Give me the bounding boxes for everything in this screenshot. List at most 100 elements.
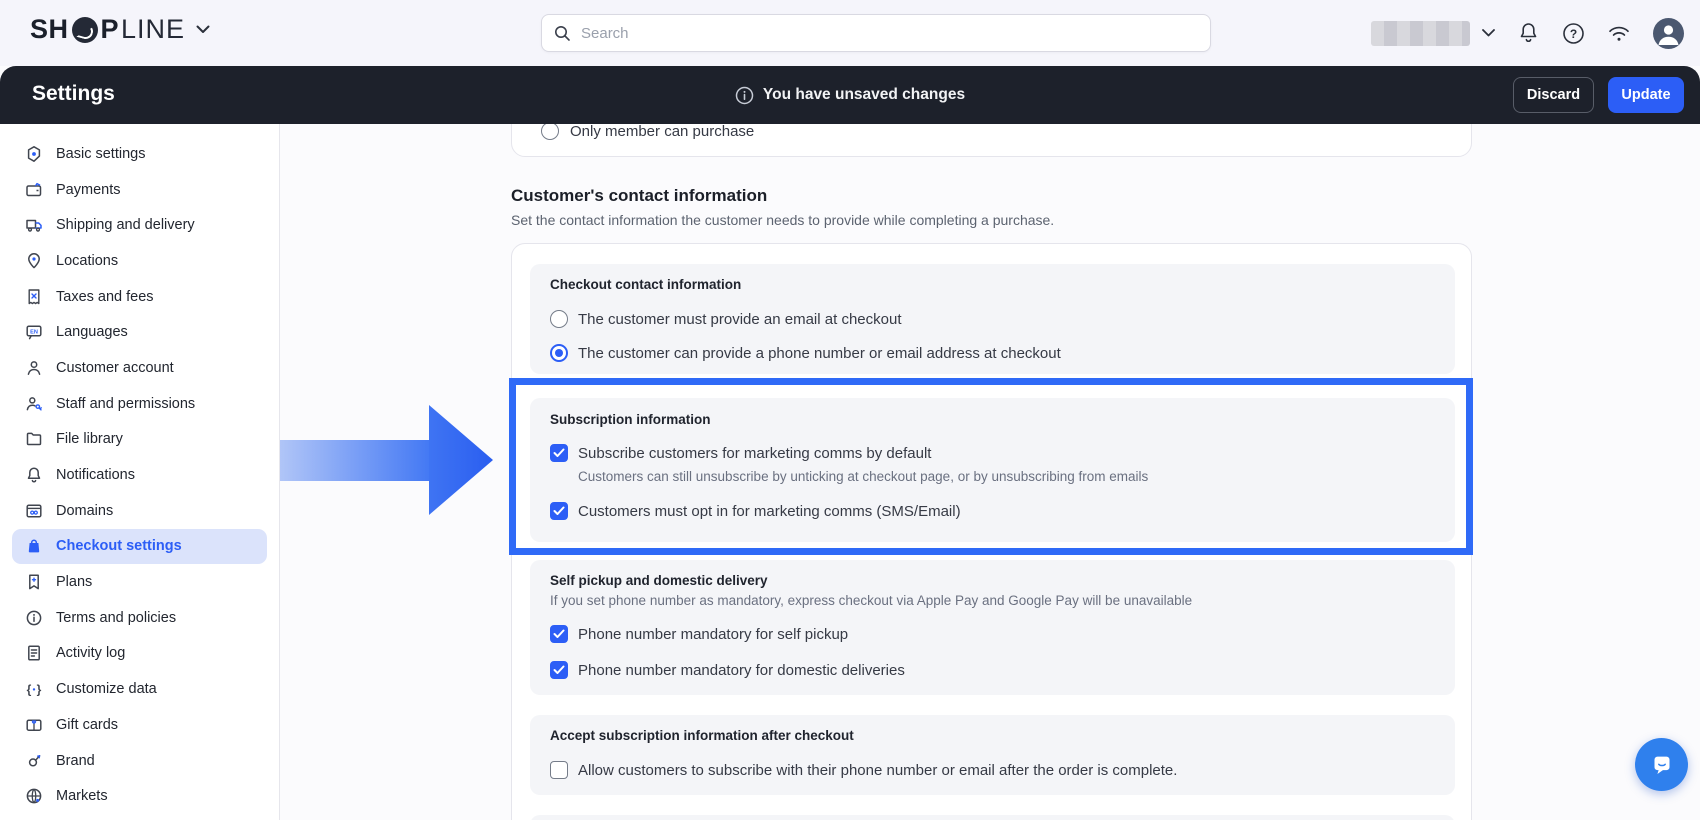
gift-card-icon bbox=[25, 716, 43, 734]
sidebar-item-notifications[interactable]: Notifications bbox=[0, 457, 279, 493]
chat-widget-button[interactable] bbox=[1635, 738, 1688, 791]
checkbox-label: Allow customers to subscribe with their … bbox=[578, 762, 1177, 779]
sidebar-item-label: Markets bbox=[56, 788, 108, 804]
person-key-icon bbox=[25, 395, 43, 413]
accept-subscription-section: Accept subscription information after ch… bbox=[530, 715, 1455, 795]
sidebar-item-label: Gift cards bbox=[56, 717, 118, 733]
radio-option-row[interactable]: The customer must provide an email at ch… bbox=[550, 309, 901, 329]
sidebar-item-shipping[interactable]: Shipping and delivery bbox=[0, 207, 279, 243]
checkbox-unchecked[interactable] bbox=[550, 761, 568, 779]
receipt-icon bbox=[25, 288, 43, 306]
sidebar-item-locations[interactable]: Locations bbox=[0, 243, 279, 279]
sidebar-item-gift-cards[interactable]: Gift cards bbox=[0, 707, 279, 743]
sidebar-item-domains[interactable]: Domains bbox=[0, 493, 279, 529]
radio-label: The customer must provide an email at ch… bbox=[578, 311, 901, 328]
radio-label: Only member can purchase bbox=[570, 123, 754, 140]
help-icon[interactable]: ? bbox=[1562, 22, 1585, 45]
logo-text: LINE bbox=[121, 14, 185, 45]
checkbox-checked[interactable] bbox=[550, 444, 568, 462]
sidebar-item-customize-data[interactable]: {} Customize data bbox=[0, 671, 279, 707]
subsection-title: Accept subscription information after ch… bbox=[550, 728, 854, 743]
sidebar-item-label: Plans bbox=[56, 574, 92, 590]
topbar-right-controls: ? bbox=[1371, 0, 1684, 66]
logo-o-mark: O bbox=[72, 17, 98, 43]
sidebar-item-basic-settings[interactable]: Basic settings bbox=[0, 136, 279, 172]
checkbox-label: Subscribe customers for marketing comms … bbox=[578, 445, 931, 462]
arrow-head bbox=[429, 405, 493, 515]
sidebar-item-label: Locations bbox=[56, 253, 118, 269]
sidebar-item-taxes[interactable]: Taxes and fees bbox=[0, 279, 279, 315]
sidebar-item-customer-account[interactable]: Customer account bbox=[0, 350, 279, 386]
checkbox-checked[interactable] bbox=[550, 661, 568, 679]
info-circle-icon bbox=[25, 609, 43, 627]
language-bubble-icon: EN bbox=[25, 323, 43, 341]
account-name-blurred bbox=[1371, 21, 1470, 46]
sidebar-item-label: Basic settings bbox=[56, 146, 145, 162]
sidebar-item-payments[interactable]: Payments bbox=[0, 172, 279, 208]
subsection-title: Self pickup and domestic delivery bbox=[550, 573, 768, 588]
sidebar-item-label: Terms and policies bbox=[56, 610, 176, 626]
radio-checked[interactable] bbox=[550, 344, 568, 362]
subscription-information-section: Subscription information Subscribe custo… bbox=[530, 398, 1455, 542]
checkbox-row[interactable]: Subscribe customers for marketing comms … bbox=[550, 443, 931, 463]
sidebar-item-label: File library bbox=[56, 431, 123, 447]
checkbox-row[interactable]: Phone number mandatory for domestic deli… bbox=[550, 660, 905, 680]
sidebar-item-label: Checkout settings bbox=[56, 538, 182, 554]
bell-icon bbox=[25, 466, 43, 484]
shopline-admin-window: SHOPLINE ? bbox=[0, 0, 1700, 820]
sidebar-item-label: Brand bbox=[56, 753, 95, 769]
sidebar-item-label: Languages bbox=[56, 324, 128, 340]
sidebar-item-languages[interactable]: EN Languages bbox=[0, 314, 279, 350]
checkbox-checked[interactable] bbox=[550, 502, 568, 520]
radio-unchecked[interactable] bbox=[550, 310, 568, 328]
sidebar-item-label: Domains bbox=[56, 503, 113, 519]
sidebar-item-checkout-settings[interactable]: Checkout settings bbox=[12, 529, 267, 565]
sidebar-item-file-library[interactable]: File library bbox=[0, 422, 279, 458]
sidebar-item-brand[interactable]: Brand bbox=[0, 743, 279, 779]
shopline-logo[interactable]: SHOPLINE bbox=[30, 14, 210, 45]
radio-option-row[interactable]: Only member can purchase bbox=[541, 122, 754, 140]
notifications-bell-icon[interactable] bbox=[1517, 21, 1540, 45]
radio-option-row[interactable]: The customer can provide a phone number … bbox=[550, 343, 1061, 363]
checkbox-label: Phone number mandatory for self pickup bbox=[578, 626, 848, 643]
svg-text:?: ? bbox=[1570, 27, 1577, 41]
avatar[interactable] bbox=[1653, 18, 1684, 49]
checkbox-row[interactable]: Allow customers to subscribe with their … bbox=[550, 760, 1177, 780]
settings-header-bar: Settings You have unsaved changes Discar… bbox=[0, 66, 1700, 124]
logo-text: SH bbox=[30, 14, 69, 45]
section-description: Set the contact information the customer… bbox=[511, 212, 1054, 228]
checkbox-row[interactable]: Phone number mandatory for self pickup bbox=[550, 624, 848, 644]
top-bar: SHOPLINE ? bbox=[0, 0, 1700, 66]
discard-button[interactable]: Discard bbox=[1513, 77, 1594, 113]
sidebar-item-activity-log[interactable]: Activity log bbox=[0, 636, 279, 672]
radio-unchecked[interactable] bbox=[541, 122, 559, 140]
unsaved-changes-banner: You have unsaved changes bbox=[0, 66, 1700, 124]
subsection-description: If you set phone number as mandatory, ex… bbox=[550, 593, 1192, 608]
sidebar-item-label: Staff and permissions bbox=[56, 396, 195, 412]
info-icon bbox=[735, 86, 754, 105]
checkout-contact-section: Checkout contact information The custome… bbox=[530, 264, 1455, 374]
self-pickup-section: Self pickup and domestic delivery If you… bbox=[530, 560, 1455, 695]
sidebar-item-markets[interactable]: Markets bbox=[0, 778, 279, 814]
sidebar-item-label: Customer account bbox=[56, 360, 174, 376]
sidebar-item-label: Shipping and delivery bbox=[56, 217, 195, 233]
chevron-down-icon[interactable] bbox=[1482, 29, 1495, 37]
wifi-icon[interactable] bbox=[1607, 24, 1631, 43]
svg-text:EN: EN bbox=[30, 330, 38, 336]
sidebar-item-label: Payments bbox=[56, 182, 120, 198]
update-button[interactable]: Update bbox=[1608, 77, 1684, 113]
contact-information-card: Checkout contact information The custome… bbox=[511, 243, 1472, 820]
checkbox-label: Phone number mandatory for domestic deli… bbox=[578, 662, 905, 679]
sidebar-item-staff[interactable]: Staff and permissions bbox=[0, 386, 279, 422]
sidebar-item-terms[interactable]: Terms and policies bbox=[0, 600, 279, 636]
checkbox-row[interactable]: Customers must opt in for marketing comm… bbox=[550, 501, 961, 521]
bag-icon bbox=[25, 537, 43, 555]
truck-icon bbox=[25, 216, 43, 234]
gear-icon bbox=[25, 145, 43, 163]
chevron-down-icon[interactable] bbox=[196, 25, 210, 34]
browser-icon bbox=[25, 502, 43, 520]
sidebar-item-plans[interactable]: Plans bbox=[0, 564, 279, 600]
checkbox-checked[interactable] bbox=[550, 625, 568, 643]
global-search bbox=[541, 14, 1211, 52]
search-input[interactable] bbox=[579, 24, 1198, 43]
